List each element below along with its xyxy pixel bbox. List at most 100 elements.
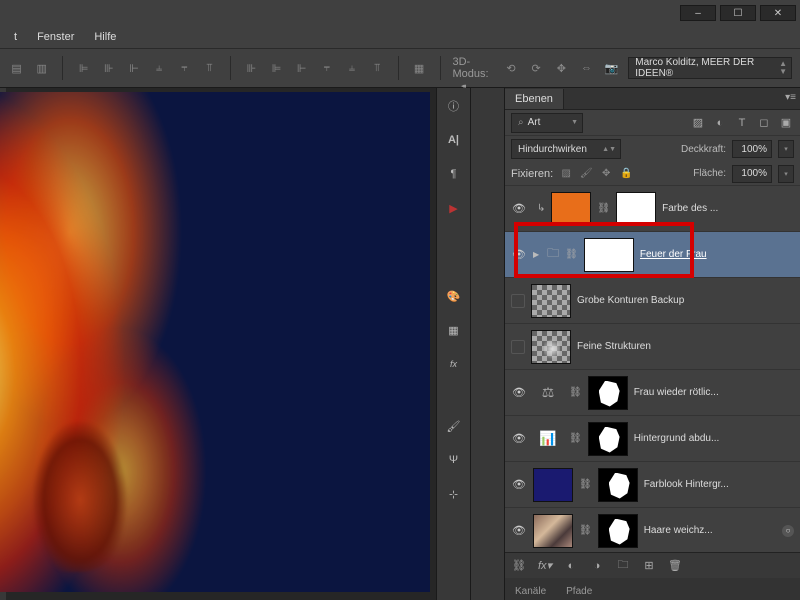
visibility-toggle[interactable]: 👁 [511,247,527,263]
align-center-icon[interactable]: ⊪ [100,57,117,79]
fx-badge[interactable]: ○ [782,525,794,537]
layer-row[interactable]: 👁 ⚖ ⛓ Frau wieder rötlic... [505,370,800,416]
layer-name[interactable]: Feine Strukturen [577,341,794,352]
mask-thumbnail[interactable] [598,514,638,548]
align-left-icon[interactable]: ⊫ [75,57,92,79]
brush-panel-icon[interactable]: 🖌 [444,416,464,436]
canvas-area[interactable] [0,88,436,600]
align-bottom-icon[interactable]: ⫪ [201,57,218,79]
visibility-toggle[interactable] [511,340,525,354]
layer-list[interactable]: 👁 ↳ ⛓ Farbe des ... 👁 ▶ 🗀 ⛓ Feuer der Fr… [505,186,800,552]
paragraph-panel-icon[interactable]: ¶ [444,164,464,184]
layer-thumbnail[interactable] [533,514,573,548]
layer-row[interactable]: 👁 ⛓ Farblook Hintergr... [505,462,800,508]
layer-row[interactable]: Grobe Konturen Backup [505,278,800,324]
layer-name[interactable]: Hintergrund abdu... [634,433,794,444]
swatches-panel-icon[interactable]: 🎨 [444,286,464,306]
layer-thumbnail[interactable] [531,330,571,364]
window-close[interactable]: ✕ [760,5,796,21]
document-canvas[interactable] [0,92,430,592]
layer-name[interactable]: Frau wieder rötlic... [634,387,794,398]
group-expand-icon[interactable]: ▶ [533,250,539,259]
blend-mode-dropdown[interactable]: Hindurchwirken ▲▼ [511,139,621,159]
visibility-toggle[interactable]: 👁 [511,477,527,493]
visibility-toggle[interactable]: 👁 [511,523,527,539]
trash-icon[interactable]: 🗑 [667,559,683,572]
align-top-icon[interactable]: ⫨ [151,57,168,79]
filter-type-icon[interactable]: T [734,115,750,131]
dist-center-icon[interactable]: ⊫ [268,57,285,79]
3d-pan-icon[interactable]: ✥ [553,57,570,79]
opt-icon-2[interactable]: ▥ [33,57,50,79]
visibility-toggle[interactable]: 👁 [511,431,527,447]
dist-right-icon[interactable]: ⊩ [293,57,310,79]
visibility-toggle[interactable] [511,294,525,308]
layer-row[interactable]: Feine Strukturen [505,324,800,370]
opacity-field[interactable]: 100% [732,140,772,158]
layer-row[interactable]: 👁 ↳ ⛓ Farbe des ... [505,186,800,232]
filter-pixel-icon[interactable]: ▨ [690,115,706,131]
lock-all-icon[interactable]: 🔒 [619,167,633,181]
dist-bottom-icon[interactable]: ⫪ [369,57,386,79]
3d-orbit-icon[interactable]: ⟲ [502,57,519,79]
layer-thumbnail[interactable] [551,192,591,226]
3d-camera-icon[interactable]: 📷 [603,57,620,79]
filter-kind-dropdown[interactable]: Art ▼ [511,113,583,133]
menu-item-hilfe[interactable]: Hilfe [84,28,126,46]
menu-item-fenster[interactable]: Fenster [27,28,84,46]
filter-smart-icon[interactable]: ▣ [778,115,794,131]
play-panel-icon[interactable]: ▶ [444,198,464,218]
3d-slide-icon[interactable]: ⇔ [578,57,595,79]
layer-name[interactable]: Haare weichz... [644,525,794,536]
filter-shape-icon[interactable]: ◻ [756,115,772,131]
fill-field[interactable]: 100% [732,165,772,183]
align-middle-icon[interactable]: ⫧ [176,57,193,79]
layer-row[interactable]: 👁 📊 ⛓ Hintergrund abdu... [505,416,800,462]
adjustments-panel-icon[interactable]: fx [444,354,464,374]
clone-source-panel-icon[interactable]: ⊹ [444,484,464,504]
dist-mid-icon[interactable]: ⫨ [343,57,360,79]
opt-icon-3d[interactable]: ▦ [411,57,428,79]
3d-roll-icon[interactable]: ⟳ [528,57,545,79]
layer-name[interactable]: Grobe Konturen Backup [577,295,794,306]
layer-thumbnail[interactable] [533,468,573,502]
mask-thumbnail[interactable] [584,238,634,272]
brush-presets-panel-icon[interactable]: Ψ [444,450,464,470]
lock-position-icon[interactable]: ✥ [599,167,613,181]
mask-icon[interactable]: ◐ [563,560,579,572]
tab-channels[interactable]: Kanäle [505,583,556,600]
link-layers-icon[interactable]: ⛓ [511,559,527,572]
opt-icon-1[interactable]: ▤ [8,57,25,79]
fx-icon[interactable]: fx▾ [537,559,553,572]
mask-thumbnail[interactable] [588,376,628,410]
window-maximize[interactable]: ☐ [720,5,756,21]
mask-thumbnail[interactable] [598,468,638,502]
mask-thumbnail[interactable] [616,192,656,226]
workspace-dropdown[interactable]: Marco Kolditz, MEER DER IDEEN® ▲▼ [628,57,792,79]
filter-adjust-icon[interactable]: ◐ [712,115,728,131]
fill-slider-button[interactable]: ▾ [778,165,794,183]
visibility-toggle[interactable]: 👁 [511,201,527,217]
adjustment-icon[interactable]: ◑ [589,560,605,572]
panel-flyout-menu-icon[interactable]: ▾≡ [785,92,796,103]
layer-name[interactable]: Farbe des ... [662,203,794,214]
layer-name[interactable]: Feuer der Frau [640,249,794,260]
visibility-toggle[interactable]: 👁 [511,385,527,401]
styles-panel-icon[interactable]: ▦ [444,320,464,340]
window-minimize[interactable]: – [680,5,716,21]
character-panel-icon[interactable]: A| [444,130,464,150]
lock-transparency-icon[interactable]: ▨ [559,167,573,181]
lock-pixels-icon[interactable]: 🖌 [579,167,593,181]
layer-row-selected[interactable]: 👁 ▶ 🗀 ⛓ Feuer der Frau [505,232,800,278]
layer-row[interactable]: 👁 ⛓ Haare weichz... ○ [505,508,800,552]
dist-top-icon[interactable]: ⫧ [318,57,335,79]
group-icon[interactable]: 🗀 [615,556,631,575]
info-panel-icon[interactable]: ⓘ [444,96,464,116]
dist-left-icon[interactable]: ⊪ [243,57,260,79]
layer-name[interactable]: Farblook Hintergr... [644,479,794,490]
mask-thumbnail[interactable] [588,422,628,456]
layer-thumbnail[interactable] [531,284,571,318]
tab-paths[interactable]: Pfade [556,583,602,600]
menu-item-0[interactable]: t [4,28,27,46]
new-layer-icon[interactable]: ⊞ [641,559,657,572]
